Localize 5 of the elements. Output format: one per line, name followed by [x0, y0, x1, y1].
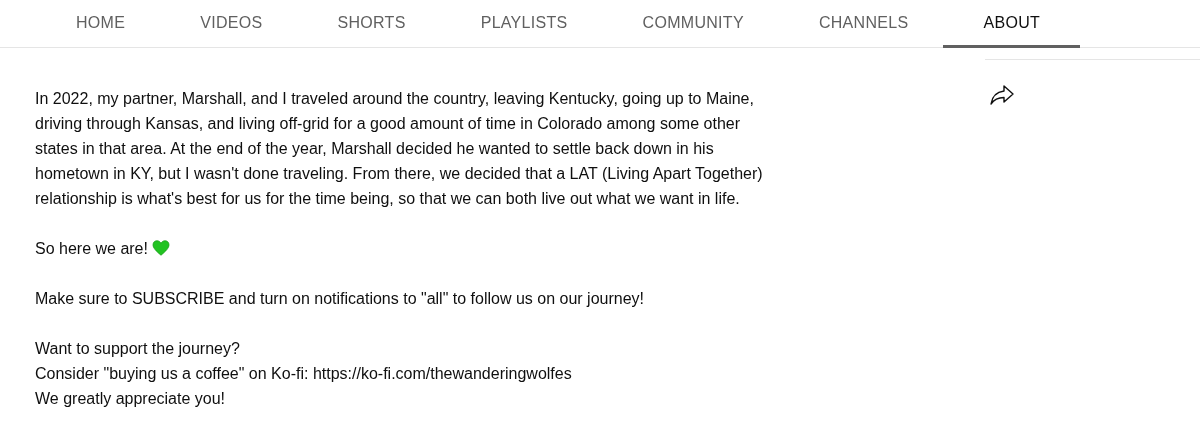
description-text: In 2022, my partner, Marshall, and I traveled around the country, leaving Kentucky, going up to Maine, driving through Kansas, and living off-grid for a good amount of time in Colorado among some other states in that area. At the end of the year, Marshall decided he wanted to settle back down in his hometown in KY, but I wasn't done traveling. From there, we decided that a LAT (Living Apart Together) relationship is what's best for us for the time being, so that we can both live out what we want in life. — [35, 89, 764, 209]
description-text: So here we are! — [35, 236, 985, 261]
description-text: Make sure to SUBSCRIBE and turn on notifications to "all" to follow us on our journey! — [35, 289, 645, 309]
description-text: Want to support the journey? Consider "buying us a coffee" on Ko-fi: https://ko-fi.com/thewanderingwolfes We greatly appreciate you! — [35, 339, 573, 409]
tab[interactable]: ABOUT — [943, 0, 1081, 48]
